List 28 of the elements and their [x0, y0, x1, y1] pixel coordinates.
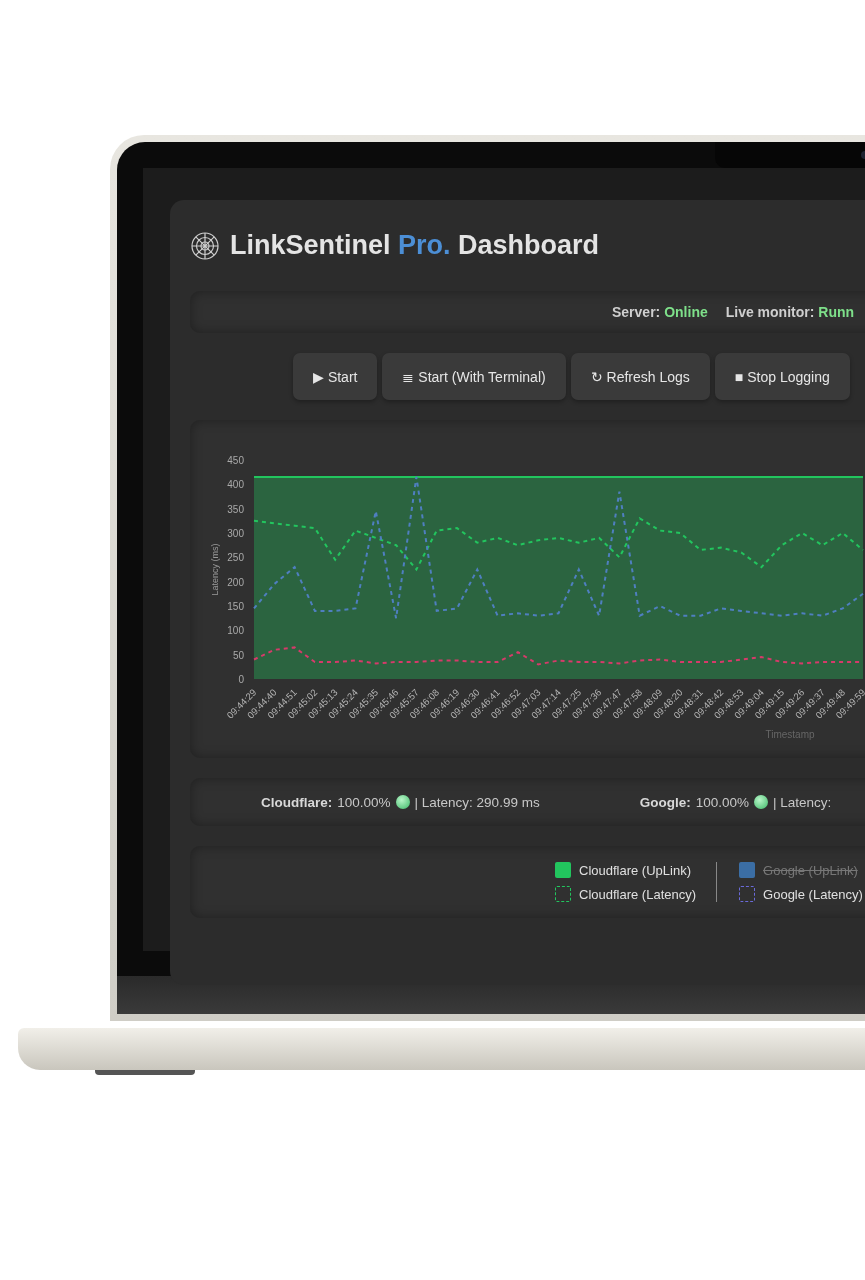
y-tick-label: 450 [227, 455, 244, 466]
y-axis-title: Latency (ms) [210, 543, 220, 596]
y-tick-label: 50 [232, 649, 244, 661]
latency-text: | Latency: [772, 794, 832, 810]
provider-name: Cloudflare: [261, 794, 333, 810]
legend-item[interactable]: Cloudflare (UpLink) [555, 862, 697, 878]
uptime-value: 100.00% [695, 794, 749, 810]
action-button[interactable]: ≣ Start (With Terminal) [382, 353, 566, 400]
action-button[interactable]: ■ Stop Logging [714, 353, 850, 400]
latency-text: | Latency: 290.99 ms [414, 794, 540, 810]
y-tick-label: 300 [227, 528, 244, 539]
y-tick-label: 0 [238, 674, 244, 685]
action-button[interactable]: ↻ Refresh Logs [570, 353, 710, 400]
network-icon [190, 230, 220, 261]
y-tick-label: 100 [227, 625, 244, 637]
y-tick-label: 250 [227, 552, 244, 564]
action-button[interactable]: ▶ Start [293, 353, 378, 400]
provider-name: Google: [639, 794, 691, 810]
status-text: Live monitor: Runn [725, 304, 855, 320]
legend-item[interactable]: Cloudflare (Latency) [555, 886, 697, 902]
legend-item[interactable]: Google (Latency) [739, 886, 863, 902]
y-tick-label: 400 [227, 479, 244, 491]
uptime-value: 100.00% [337, 794, 391, 810]
status-text: Server: Online [612, 304, 708, 320]
y-tick-label: 350 [227, 503, 244, 515]
dashboard-title: LinkSentinel Pro. Dashboard [230, 230, 600, 261]
y-tick-label: 150 [227, 601, 244, 612]
y-tick-label: 200 [227, 576, 244, 588]
